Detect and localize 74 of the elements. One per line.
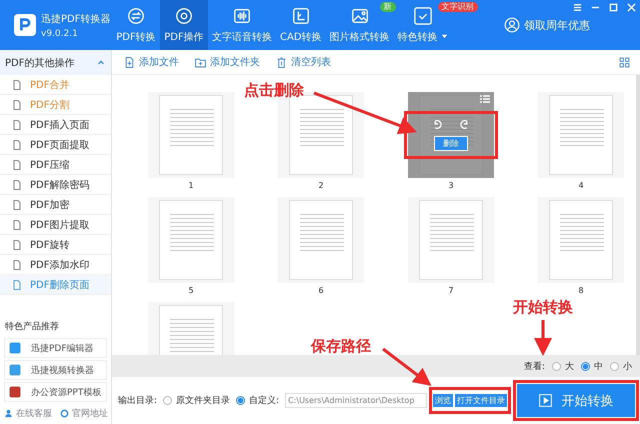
view-label: 查看: [524,360,545,372]
open-folder-button[interactable]: 打开文件目录 [455,394,508,407]
toolbar-button[interactable]: 清空列表 [276,55,331,69]
toolbar-button[interactable]: 添加文件夹 [195,55,260,69]
radio-option[interactable]: 小 [610,360,632,372]
page-thumbnail[interactable] [538,197,624,283]
page-thumbnail[interactable] [408,197,494,283]
nav-tab[interactable]: 文字语音转换 [208,0,276,50]
close-icon [627,3,636,12]
page-number: 7 [448,286,454,296]
output-label: 输出目录: [118,394,158,407]
page-number: 1 [188,181,194,191]
footer-link[interactable]: 在线客服 [4,407,52,420]
app-logo-icon [14,14,36,36]
page-number: 5 [188,286,194,296]
swap-icon [127,6,145,24]
toolbar-button[interactable]: 添加文件 [124,55,179,69]
browse-button[interactable]: 浏览 [433,394,454,407]
page-thumbnail[interactable] [538,92,624,178]
product-link[interactable]: 办公资源PPT模板 [4,382,107,402]
delete-button[interactable]: 删除 [434,136,468,151]
radio-option[interactable]: 中 [581,360,603,372]
annotation-text: 开始转换 [513,298,573,317]
annotation-text: 点击删除 [244,81,304,100]
list-icon [480,95,490,103]
footer-link[interactable]: 官网地址 [60,407,108,420]
rotate-left-icon[interactable] [433,119,444,130]
annotation-arrow [534,320,552,356]
badge: 文字识别 [438,2,478,12]
page-number: 6 [318,286,324,296]
page-number: 3 [448,181,454,191]
page-thumbnail[interactable] [148,92,234,178]
image-icon [350,6,369,24]
page-thumbnail[interactable]: 删除 [408,92,494,178]
promo-text: 领取周年优惠 [524,18,590,32]
app-icon [9,386,21,398]
section-title: 特色产品推荐 [4,320,60,334]
page-number: 2 [318,181,324,191]
app-icon [9,342,21,354]
sidebar-item[interactable]: PDF删除页面 [0,275,111,295]
add-file-icon [124,56,135,68]
product-link[interactable]: 迅捷视频转换器 [4,360,107,380]
product-link[interactable]: 迅捷PDF编辑器 [4,338,107,358]
trash-icon [276,56,287,68]
page-number: 8 [578,286,584,296]
start-button[interactable]: 开始转换 [517,384,635,417]
radio-option[interactable]: 大 [552,360,574,372]
page-number: 4 [578,181,584,191]
page-thumbnail[interactable] [148,197,234,283]
add-folder-icon [195,56,206,68]
app-icon [9,364,21,376]
play-icon [538,394,552,407]
chevron-up-icon [97,58,105,66]
radio-option[interactable]: 自定义: [236,394,280,407]
app-name: 迅捷PDF转换器 [41,12,110,26]
radio-option[interactable]: 原文件夹目录 [163,394,230,407]
nav-tab[interactable]: PDF转换 [112,0,160,50]
user-icon [504,17,520,33]
rotate-right-icon[interactable] [458,119,469,130]
annotation-arrow [382,348,432,386]
menu-icon [573,3,582,12]
person-icon [4,409,13,418]
page-thumbnail[interactable] [278,197,364,283]
waveform-icon [233,6,251,24]
path-field[interactable]: C:\Users\Administrator\Desktop [285,393,428,408]
annotation-text: 保存路径 [311,337,372,356]
sidebar-section-header[interactable]: PDF的其他操作 [0,50,111,75]
promo-link[interactable]: 领取周年优惠 [504,0,590,50]
maximize-icon [609,3,618,12]
badge: 新 [380,2,396,12]
grid-view-icon[interactable] [619,56,630,68]
app-version: v9.0.2.1 [41,28,79,38]
nav-tab[interactable]: CAD转换 [276,0,326,50]
nav-tab[interactable]: PDF操作 [160,0,208,50]
